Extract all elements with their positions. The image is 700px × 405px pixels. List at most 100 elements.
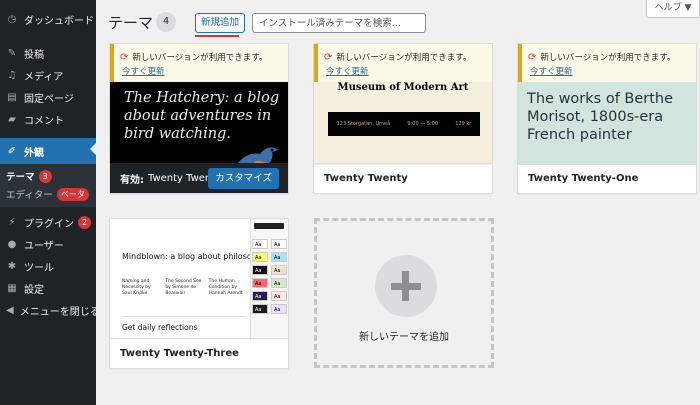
preview-headline: The works of Berthe Morisot, 1800s-era F… — [527, 91, 674, 143]
theme-name: Twenty Twenty-Three — [110, 338, 288, 368]
media-icon: ♫ — [7, 69, 17, 81]
update-notice-text: 新しいバージョンが利用できます。 — [336, 53, 472, 63]
theme-card-twenty-twenty-one[interactable]: The works of Berthe Morisot, 1800s-era F… — [517, 43, 697, 194]
style-swatch: Aa — [252, 265, 268, 275]
update-now-link[interactable]: 今すぐ更新 — [530, 65, 696, 77]
menu-plugins-label: プラグイン — [24, 218, 74, 230]
style-swatch: Aa — [252, 239, 268, 249]
highlight-underline — [195, 35, 239, 37]
menu-plugins[interactable]: ⚡ プラグイン 2 — [0, 211, 96, 233]
preview-info: 123 Storgatan, Umeå — [336, 121, 391, 127]
add-new-theme-card[interactable]: 新しいテーマを追加 — [314, 218, 494, 368]
update-now-link[interactable]: 今すぐ更新 — [326, 65, 492, 77]
page-title: テーマ — [108, 14, 154, 32]
menu-tools[interactable]: ✱ ツール — [0, 255, 96, 277]
style-swatch: Aa — [271, 265, 287, 275]
menu-posts-label: 投稿 — [24, 49, 44, 61]
menu-appearance[interactable]: ✐ 外観 — [0, 138, 96, 164]
menu-settings[interactable]: ▦ 設定 — [0, 277, 96, 299]
theme-screenshot[interactable]: Mindblown: a blog about philosophy. Nami… — [110, 219, 288, 340]
preview-columns: Naming and Necessity by Saul Kripke The … — [122, 279, 246, 297]
style-swatch: Aa — [271, 278, 287, 288]
preview-headline: Museum of Modern Art — [337, 82, 469, 93]
menu-pages[interactable]: ▤ 固定ページ — [0, 86, 96, 108]
update-icon: ⟳ — [120, 52, 129, 63]
preview-column: The Second Sex by Simone de Beauvoir — [165, 279, 202, 296]
update-notice: ⟳ 新しいバージョンが利用できます。 今すぐ更新 — [314, 44, 492, 82]
brush-icon: ✐ — [7, 145, 17, 157]
user-icon: ● — [7, 238, 17, 250]
menu-settings-label: 設定 — [24, 284, 44, 296]
menu-users[interactable]: ● ユーザー — [0, 233, 96, 255]
menu-collapse[interactable]: ◀ メニューを閉じる — [0, 299, 100, 321]
update-notice: ⟳ 新しいバージョンが利用できます。 今すぐ更新 — [518, 44, 696, 82]
preview-headline: Mindblown: a blog about philosophy. — [122, 252, 269, 261]
plugins-update-badge: 2 — [78, 215, 91, 229]
menu-dashboard-label: ダッシュボード — [24, 15, 94, 27]
theme-count-badge: 4 — [156, 12, 176, 32]
update-icon: ⟳ — [324, 52, 333, 63]
menu-pages-label: 固定ページ — [24, 93, 74, 105]
preview-divider — [122, 316, 246, 317]
menu-comments[interactable]: ▰ コメント — [0, 108, 96, 130]
appearance-submenu: テーマ 3 エディター ベータ — [0, 164, 96, 207]
comment-icon: ▰ — [8, 113, 16, 125]
update-notice-text: 新しいバージョンが利用できます。 — [132, 53, 268, 63]
menu-tools-label: ツール — [24, 262, 54, 274]
submenu-editor-label: エディター — [6, 190, 53, 201]
menu-collapse-label: メニューを閉じる — [19, 306, 100, 318]
dashboard-icon: ◷ — [7, 13, 17, 25]
submenu-editor[interactable]: エディター ベータ — [0, 185, 96, 203]
preview-column: The Human Condition by Hannah Arendt — [208, 279, 243, 296]
settings-icon: ▦ — [7, 282, 17, 294]
theme-card-twenty-twenty-three[interactable]: Mindblown: a blog about philosophy. Nami… — [109, 218, 289, 369]
style-panel-header — [254, 223, 284, 229]
active-label: 有効: — [120, 174, 144, 186]
style-swatch: Aa — [252, 278, 268, 288]
menu-users-label: ユーザー — [24, 240, 64, 252]
style-swatch: Aa — [271, 304, 287, 314]
preview-info: 129 kr — [455, 121, 472, 127]
admin-sidebar: ◷ ダッシュボード ✎ 投稿 ♫ メディア ▤ 固定ページ ▰ コメント ✐ 外… — [0, 0, 100, 405]
themes-update-badge: 3 — [38, 169, 52, 183]
submenu-themes-label: テーマ — [6, 172, 35, 183]
bird-illustration-icon — [236, 147, 278, 165]
menu-media-label: メディア — [24, 71, 64, 83]
collapse-arrow-icon: ◀ — [6, 304, 14, 316]
theme-name: Twenty Twenty — [314, 163, 492, 193]
menu-media[interactable]: ♫ メディア — [0, 64, 96, 86]
theme-card-active[interactable]: The Hatchery: a blog about adventures in… — [109, 43, 289, 194]
beta-badge: ベータ — [56, 187, 89, 201]
preview-info: 9:00 — 5:00 — [407, 121, 439, 127]
page-icon: ▤ — [7, 91, 17, 103]
help-tab-button[interactable]: ヘルプ ▼ — [646, 0, 700, 18]
update-notice: ⟳ 新しいバージョンが利用できます。 今すぐ更新 — [110, 44, 288, 82]
preview-headline: The Hatchery: a blog about adventures in… — [124, 90, 280, 142]
preview-info-bar: 123 Storgatan, Umeå 9:00 — 5:00 129 kr — [328, 112, 480, 136]
style-swatch: Aa — [252, 291, 268, 301]
update-notice-text: 新しいバージョンが利用できます。 — [540, 53, 676, 63]
preview-column: Naming and Necessity by Saul Kripke — [122, 279, 151, 296]
update-now-link[interactable]: 今すぐ更新 — [122, 65, 288, 77]
pin-icon: ✎ — [7, 47, 17, 59]
add-new-theme-button[interactable]: 新規追加 — [195, 13, 246, 33]
plus-icon — [375, 255, 437, 317]
wrench-icon: ✱ — [7, 260, 17, 272]
style-swatches: Aa Aa Aa Aa Aa Aa Aa Aa Aa Aa Aa Aa — [252, 239, 288, 314]
menu-posts[interactable]: ✎ 投稿 — [0, 42, 96, 64]
theme-search-input[interactable] — [252, 13, 426, 33]
style-swatch: Aa — [271, 291, 287, 301]
style-swatch: Aa — [252, 304, 268, 314]
theme-name: Twenty Twenty-One — [518, 163, 696, 193]
plugin-icon: ⚡ — [8, 216, 16, 228]
menu-appearance-label: 外観 — [24, 147, 44, 159]
customize-button[interactable]: カスタマイズ — [208, 168, 279, 189]
style-swatch: Aa — [271, 239, 287, 249]
update-icon: ⟳ — [528, 52, 537, 63]
add-new-theme-label: 新しいテーマを追加 — [359, 332, 449, 343]
menu-dashboard[interactable]: ◷ ダッシュボード — [0, 6, 96, 32]
theme-card-twenty-twenty[interactable]: Museum of Modern Art 123 Storgatan, Umeå… — [313, 43, 493, 194]
submenu-themes[interactable]: テーマ 3 — [0, 167, 96, 185]
menu-comments-label: コメント — [24, 115, 64, 127]
style-swatch: Aa — [252, 252, 268, 262]
